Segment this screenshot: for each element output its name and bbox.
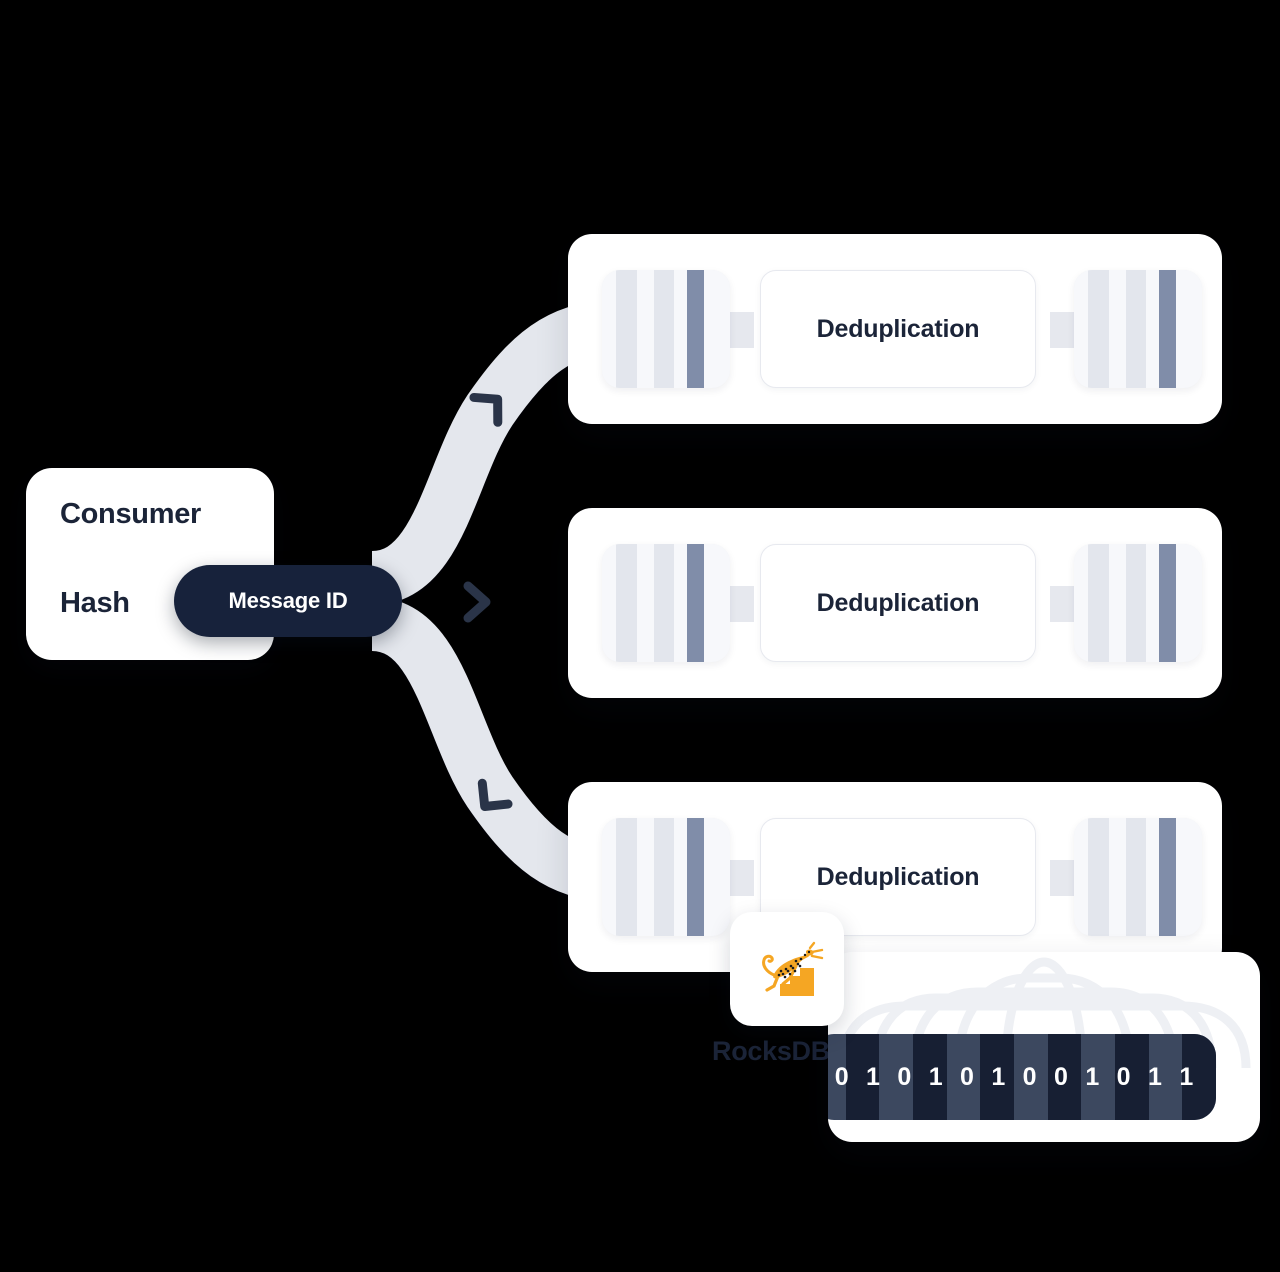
shard-stripe-block-right bbox=[1074, 544, 1202, 662]
diagram-canvas: Consumer Hash Message ID Deduplication D… bbox=[0, 0, 1280, 1272]
shard-label: Deduplication bbox=[816, 862, 980, 891]
binary-string-pill: 010101001011 bbox=[828, 1034, 1216, 1120]
message-id-label: Message ID bbox=[228, 588, 348, 613]
connector-arrow-middle bbox=[463, 581, 491, 623]
binary-digit: 0 bbox=[1116, 1062, 1131, 1091]
rocksdb-logo-tile bbox=[730, 912, 844, 1026]
shard-label-box: Deduplication bbox=[760, 544, 1036, 662]
shard-stripe-block-right bbox=[1074, 818, 1202, 936]
binary-digit: 1 bbox=[928, 1062, 943, 1091]
deduplication-shard-card[interactable]: Deduplication bbox=[568, 234, 1222, 424]
message-id-pill[interactable]: Message ID bbox=[174, 565, 402, 637]
binary-digit: 1 bbox=[866, 1062, 880, 1091]
binary-digit: 0 bbox=[1022, 1062, 1037, 1091]
shard-label-box: Deduplication bbox=[760, 270, 1036, 388]
deduplication-shard-card[interactable]: Deduplication bbox=[568, 782, 1222, 972]
shard-stripe-block-left bbox=[602, 544, 730, 662]
deduplication-shard-card[interactable]: Deduplication bbox=[568, 508, 1222, 698]
rocksdb-label: RocksDB bbox=[712, 1036, 830, 1066]
binary-digit: 0 bbox=[834, 1062, 849, 1091]
binary-digit-row: 010101001011 bbox=[828, 1062, 1216, 1091]
shard-stripe-block-left bbox=[602, 818, 730, 936]
binary-digit: 1 bbox=[1085, 1062, 1100, 1091]
binary-digit: 0 bbox=[897, 1062, 912, 1091]
connector-arrow-top bbox=[469, 392, 503, 427]
shard-label: Deduplication bbox=[816, 588, 980, 617]
shard-stripe-block-left bbox=[602, 270, 730, 388]
rocksdb-cheetah-logo-icon bbox=[762, 941, 824, 996]
shard-stripe-block-right bbox=[1074, 270, 1202, 388]
binary-digit: 0 bbox=[1054, 1062, 1068, 1091]
binary-digit: 1 bbox=[1147, 1062, 1162, 1091]
storage-binary-card[interactable]: 010101001011 bbox=[828, 952, 1260, 1142]
binary-digit: 0 bbox=[960, 1062, 974, 1091]
consumer-label: Consumer bbox=[60, 498, 202, 530]
connector-arrow-bottom bbox=[477, 778, 513, 811]
shard-label: Deduplication bbox=[816, 314, 980, 343]
binary-digit: 1 bbox=[991, 1062, 1006, 1091]
binary-digit: 1 bbox=[1179, 1062, 1194, 1091]
